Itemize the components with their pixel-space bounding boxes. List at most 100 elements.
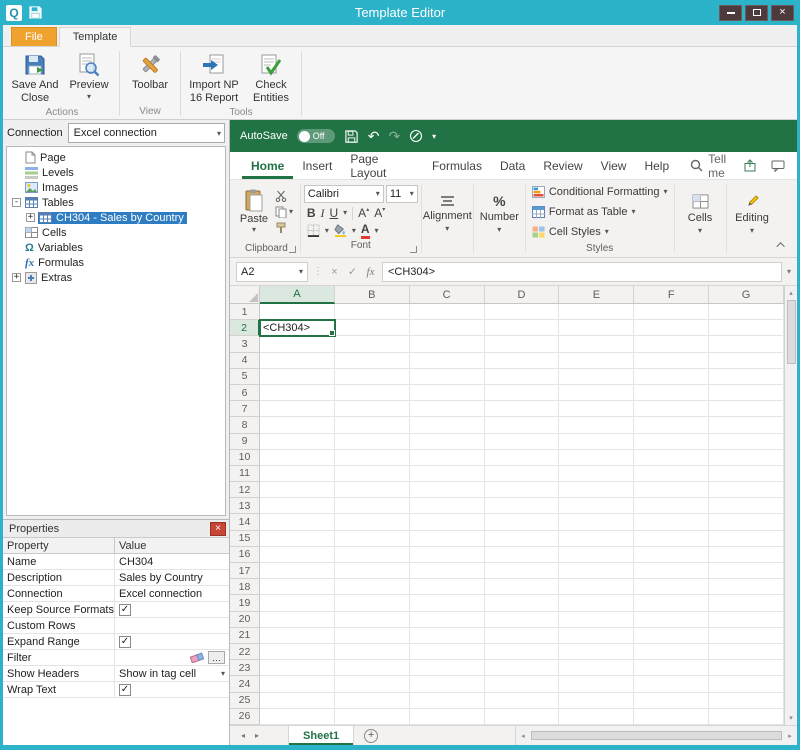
- cell-C19[interactable]: [410, 595, 485, 611]
- share-icon[interactable]: [743, 159, 757, 172]
- previous-sheet-icon[interactable]: ◂: [236, 726, 250, 745]
- row-header-15[interactable]: 15: [230, 531, 260, 547]
- cell-F11[interactable]: [634, 466, 709, 482]
- cell-B6[interactable]: [335, 385, 410, 401]
- cell-A13[interactable]: [260, 498, 335, 514]
- row-header-9[interactable]: 9: [230, 434, 260, 450]
- cell-A9[interactable]: [260, 434, 335, 450]
- preview-button[interactable]: Preview ▾: [63, 50, 115, 103]
- scroll-right-icon[interactable]: ▸: [783, 732, 797, 740]
- column-header-D[interactable]: D: [485, 286, 560, 304]
- cell-G12[interactable]: [709, 482, 784, 498]
- cell-A1[interactable]: [260, 304, 335, 320]
- row-header-13[interactable]: 13: [230, 498, 260, 514]
- vertical-scrollbar[interactable]: ▴ ▾: [784, 286, 797, 725]
- cell-F1[interactable]: [634, 304, 709, 320]
- cell-A2[interactable]: <CH304>: [260, 320, 335, 336]
- cell-A4[interactable]: [260, 353, 335, 369]
- cell-C4[interactable]: [410, 353, 485, 369]
- cell-C16[interactable]: [410, 547, 485, 563]
- decrease-font-size-button[interactable]: A▾: [374, 207, 385, 219]
- cell-B11[interactable]: [335, 466, 410, 482]
- cell-E13[interactable]: [559, 498, 634, 514]
- cells-group-button[interactable]: Cells ▾: [677, 181, 724, 257]
- format-painter-button[interactable]: [275, 222, 293, 234]
- row-header-21[interactable]: 21: [230, 628, 260, 644]
- cell-F23[interactable]: [634, 660, 709, 676]
- select-all-corner[interactable]: [230, 286, 260, 304]
- cell-D17[interactable]: [485, 563, 560, 579]
- editing-group-button[interactable]: Editing ▾: [729, 181, 776, 257]
- cell-G14[interactable]: [709, 514, 784, 530]
- cell-G23[interactable]: [709, 660, 784, 676]
- cell-D10[interactable]: [485, 450, 560, 466]
- cell-E23[interactable]: [559, 660, 634, 676]
- cell-F13[interactable]: [634, 498, 709, 514]
- cell-C10[interactable]: [410, 450, 485, 466]
- tree-item-extras[interactable]: + Extras: [7, 270, 225, 285]
- cell-C22[interactable]: [410, 644, 485, 660]
- cell-C24[interactable]: [410, 676, 485, 692]
- cell-E11[interactable]: [559, 466, 634, 482]
- excel-tab-formulas[interactable]: Formulas: [423, 152, 491, 179]
- cell-B3[interactable]: [335, 336, 410, 352]
- cell-E24[interactable]: [559, 676, 634, 692]
- cell-B12[interactable]: [335, 482, 410, 498]
- filter-browse-button[interactable]: …: [208, 651, 225, 664]
- underline-button[interactable]: U: [329, 207, 338, 219]
- cell-D25[interactable]: [485, 693, 560, 709]
- cell-C6[interactable]: [410, 385, 485, 401]
- column-header-E[interactable]: E: [559, 286, 634, 304]
- cell-E18[interactable]: [559, 579, 634, 595]
- next-sheet-icon[interactable]: ▸: [250, 726, 264, 745]
- tree-item-page[interactable]: Page: [7, 150, 225, 165]
- cell-B19[interactable]: [335, 595, 410, 611]
- cell-G16[interactable]: [709, 547, 784, 563]
- row-header-5[interactable]: 5: [230, 369, 260, 385]
- cancel-entry-icon[interactable]: ×: [328, 266, 341, 278]
- cell-A7[interactable]: [260, 401, 335, 417]
- cell-D8[interactable]: [485, 417, 560, 433]
- row-header-4[interactable]: 4: [230, 353, 260, 369]
- cell-B18[interactable]: [335, 579, 410, 595]
- cell-F20[interactable]: [634, 612, 709, 628]
- cell-D16[interactable]: [485, 547, 560, 563]
- custom-rows-value-field[interactable]: [115, 618, 229, 633]
- clipboard-dialog-launcher[interactable]: [289, 246, 296, 253]
- cell-D22[interactable]: [485, 644, 560, 660]
- cell-A18[interactable]: [260, 579, 335, 595]
- cell-F15[interactable]: [634, 531, 709, 547]
- copy-button[interactable]: ▾: [275, 206, 293, 218]
- cell-E16[interactable]: [559, 547, 634, 563]
- cell-E3[interactable]: [559, 336, 634, 352]
- row-header-18[interactable]: 18: [230, 579, 260, 595]
- cell-C14[interactable]: [410, 514, 485, 530]
- column-header-C[interactable]: C: [410, 286, 485, 304]
- cell-A24[interactable]: [260, 676, 335, 692]
- cell-G22[interactable]: [709, 644, 784, 660]
- cell-F4[interactable]: [634, 353, 709, 369]
- cell-C12[interactable]: [410, 482, 485, 498]
- row-header-2[interactable]: 2: [230, 320, 260, 336]
- row-header-17[interactable]: 17: [230, 563, 260, 579]
- cell-D15[interactable]: [485, 531, 560, 547]
- cell-G1[interactable]: [709, 304, 784, 320]
- scroll-down-icon[interactable]: ▾: [785, 711, 797, 725]
- cell-C23[interactable]: [410, 660, 485, 676]
- cell-F10[interactable]: [634, 450, 709, 466]
- collapse-expander-icon[interactable]: -: [12, 198, 21, 207]
- cell-C3[interactable]: [410, 336, 485, 352]
- cell-E19[interactable]: [559, 595, 634, 611]
- horizontal-scroll-thumb[interactable]: [531, 731, 782, 740]
- scroll-left-icon[interactable]: ◂: [516, 732, 530, 740]
- cell-B24[interactable]: [335, 676, 410, 692]
- cell-A19[interactable]: [260, 595, 335, 611]
- cell-A14[interactable]: [260, 514, 335, 530]
- cell-F25[interactable]: [634, 693, 709, 709]
- cell-E9[interactable]: [559, 434, 634, 450]
- excel-tab-insert[interactable]: Insert: [293, 152, 341, 179]
- cell-D26[interactable]: [485, 709, 560, 725]
- alignment-group-button[interactable]: Alignment ▾: [424, 181, 471, 257]
- cell-C7[interactable]: [410, 401, 485, 417]
- cell-B9[interactable]: [335, 434, 410, 450]
